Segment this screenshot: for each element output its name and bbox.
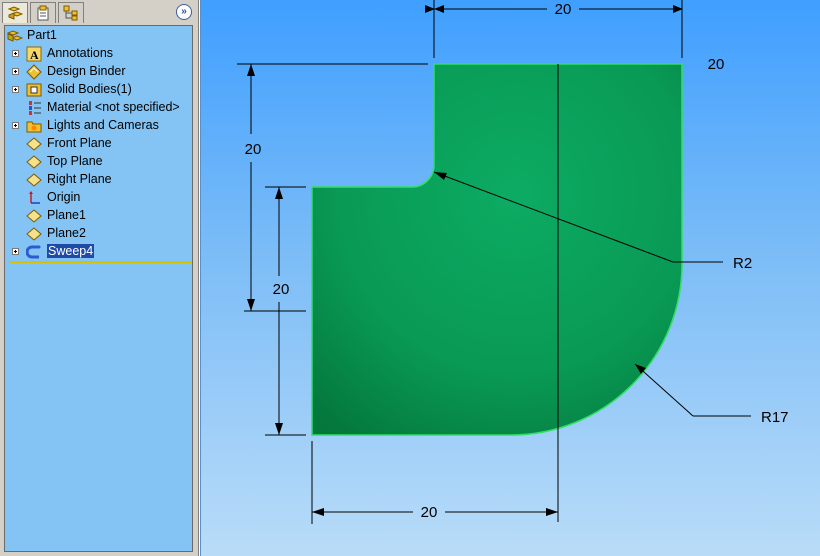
feature-manager-tab[interactable] — [2, 2, 28, 23]
tree-item-label: Material <not specified> — [47, 100, 180, 114]
dimension-left-height[interactable]: 20 — [245, 64, 262, 311]
rollback-bar[interactable] — [9, 261, 192, 263]
expand-icon[interactable] — [12, 68, 19, 75]
configuration-manager-icon — [63, 5, 78, 21]
dimension-value: 20 — [245, 141, 262, 158]
expand-panel-button[interactable]: » — [176, 4, 192, 20]
tree-item-label: Sweep4 — [47, 244, 95, 258]
tree-item-label: Design Binder — [47, 64, 126, 78]
property-manager-icon — [37, 5, 49, 21]
tree-item-label: Solid Bodies(1) — [47, 82, 132, 96]
tree-item-plane1[interactable]: Plane1 — [5, 207, 192, 225]
plane-icon — [26, 136, 42, 152]
feature-manager-icon — [7, 6, 23, 20]
part-face[interactable] — [311, 63, 683, 436]
tree-item-material[interactable]: Material <not specified> — [5, 99, 192, 117]
configuration-manager-tab[interactable] — [58, 2, 84, 23]
tree-item-lights-and-cameras[interactable]: Lights and Cameras — [5, 117, 192, 135]
tree-item-label: Plane2 — [47, 226, 86, 240]
tree-item-label: Top Plane — [47, 154, 103, 168]
tree-item-label: Lights and Cameras — [47, 118, 159, 132]
tree-item-label: Annotations — [47, 46, 114, 60]
tree-item-right-plane[interactable]: Right Plane — [5, 171, 192, 189]
tree-item-sweep4[interactable]: Sweep4 — [5, 243, 192, 261]
panel-tab-bar: » — [2, 2, 194, 24]
part-drawing: 20 20 20 20 20 R2 R17 — [237, 0, 789, 524]
dimension-value: 20 — [555, 1, 572, 18]
plane-icon — [26, 208, 42, 224]
dimension-value: 20 — [421, 504, 438, 521]
plane-icon — [26, 154, 42, 170]
annotations-icon: A — [26, 46, 42, 62]
plane-icon — [26, 226, 42, 242]
tree-item-origin[interactable]: Origin — [5, 189, 192, 207]
material-icon — [26, 100, 42, 116]
tree-item-label: Plane1 — [47, 208, 86, 222]
double-chevron-right-icon: » — [181, 6, 187, 17]
property-manager-tab[interactable] — [30, 2, 56, 23]
dimension-value: 20 — [273, 281, 290, 298]
tree-item-plane2[interactable]: Plane2 — [5, 225, 192, 243]
tree-root-label: Part1 — [27, 28, 57, 42]
dimension-top-width[interactable]: 20 — [425, 1, 683, 18]
expand-icon[interactable] — [12, 122, 19, 129]
expand-icon[interactable] — [12, 86, 19, 93]
graphics-area[interactable]: 20 20 20 20 20 R2 R17 — [200, 0, 820, 556]
origin-icon — [26, 190, 42, 206]
part-icon — [7, 28, 23, 44]
svg-text:A: A — [30, 48, 39, 62]
design-binder-icon — [26, 64, 42, 80]
dimension-top-right[interactable]: 20 — [708, 56, 725, 73]
tree-item-design-binder[interactable]: Design Binder — [5, 63, 192, 81]
lights-cameras-icon — [26, 118, 42, 134]
expand-icon[interactable] — [12, 50, 19, 57]
tree-item-solid-bodies[interactable]: Solid Bodies(1) — [5, 81, 192, 99]
feature-manager-panel: » Part1 A Annotations Design Binder Soli… — [0, 0, 199, 556]
tree-item-annotations[interactable]: A Annotations — [5, 45, 192, 63]
tree-item-label: Front Plane — [47, 136, 112, 150]
plane-icon — [26, 172, 42, 188]
tree-root-part[interactable]: Part1 — [5, 27, 192, 45]
dimension-bottom-width[interactable]: 20 — [312, 504, 558, 521]
tree-item-label: Right Plane — [47, 172, 112, 186]
feature-tree: Part1 A Annotations Design Binder Solid … — [4, 25, 193, 552]
tree-item-label: Origin — [47, 190, 81, 204]
dimension-large-radius[interactable]: R17 — [634, 363, 789, 426]
dimension-value: R17 — [761, 409, 789, 426]
dimension-value: R2 — [733, 255, 752, 272]
tree-item-front-plane[interactable]: Front Plane — [5, 135, 192, 153]
tree-item-top-plane[interactable]: Top Plane — [5, 153, 192, 171]
expand-icon[interactable] — [12, 248, 19, 255]
sweep-icon — [26, 244, 42, 260]
solid-bodies-icon — [26, 82, 42, 98]
